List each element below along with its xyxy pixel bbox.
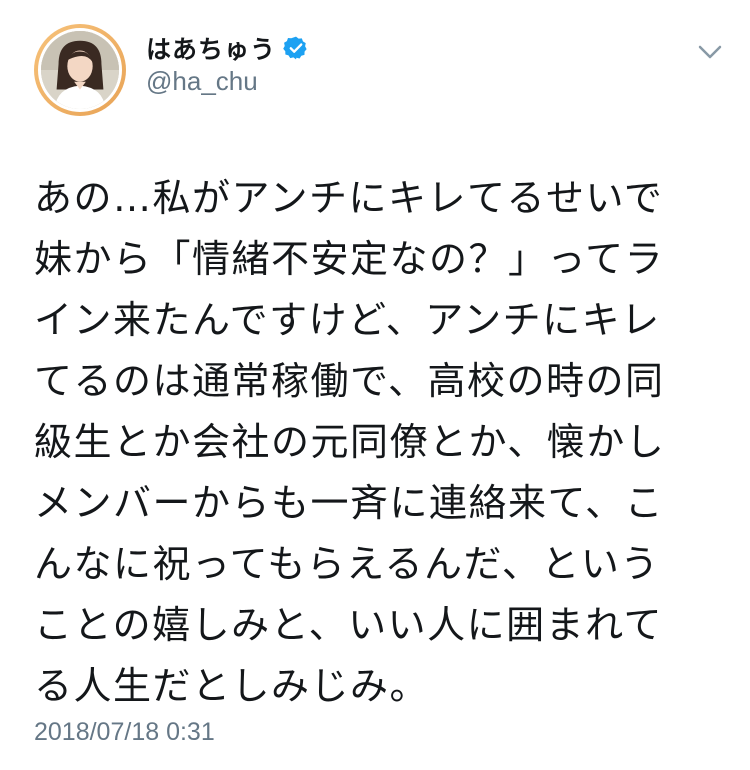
user-name-row: はあちゅう xyxy=(146,30,309,66)
avatar[interactable] xyxy=(34,24,126,116)
profile-photo-icon xyxy=(41,31,119,109)
user-handle[interactable]: @ha_chu xyxy=(146,66,258,97)
chevron-down-icon xyxy=(698,45,722,59)
display-name[interactable]: はあちゅう xyxy=(146,30,276,66)
tweet-card: はあちゅう @ha_chu あの…私がアンチにキレてるせいで 妹から「情緒不安定… xyxy=(0,0,750,770)
tweet-timestamp[interactable]: 2018/07/18 0:31 xyxy=(34,718,215,747)
avatar-photo xyxy=(38,28,122,112)
tweet-text: あの…私がアンチにキレてるせいで 妹から「情緒不安定なの？」ってラ イン来たんで… xyxy=(34,176,666,708)
verified-badge-icon xyxy=(283,35,309,61)
tweet-menu-button[interactable] xyxy=(690,36,730,68)
